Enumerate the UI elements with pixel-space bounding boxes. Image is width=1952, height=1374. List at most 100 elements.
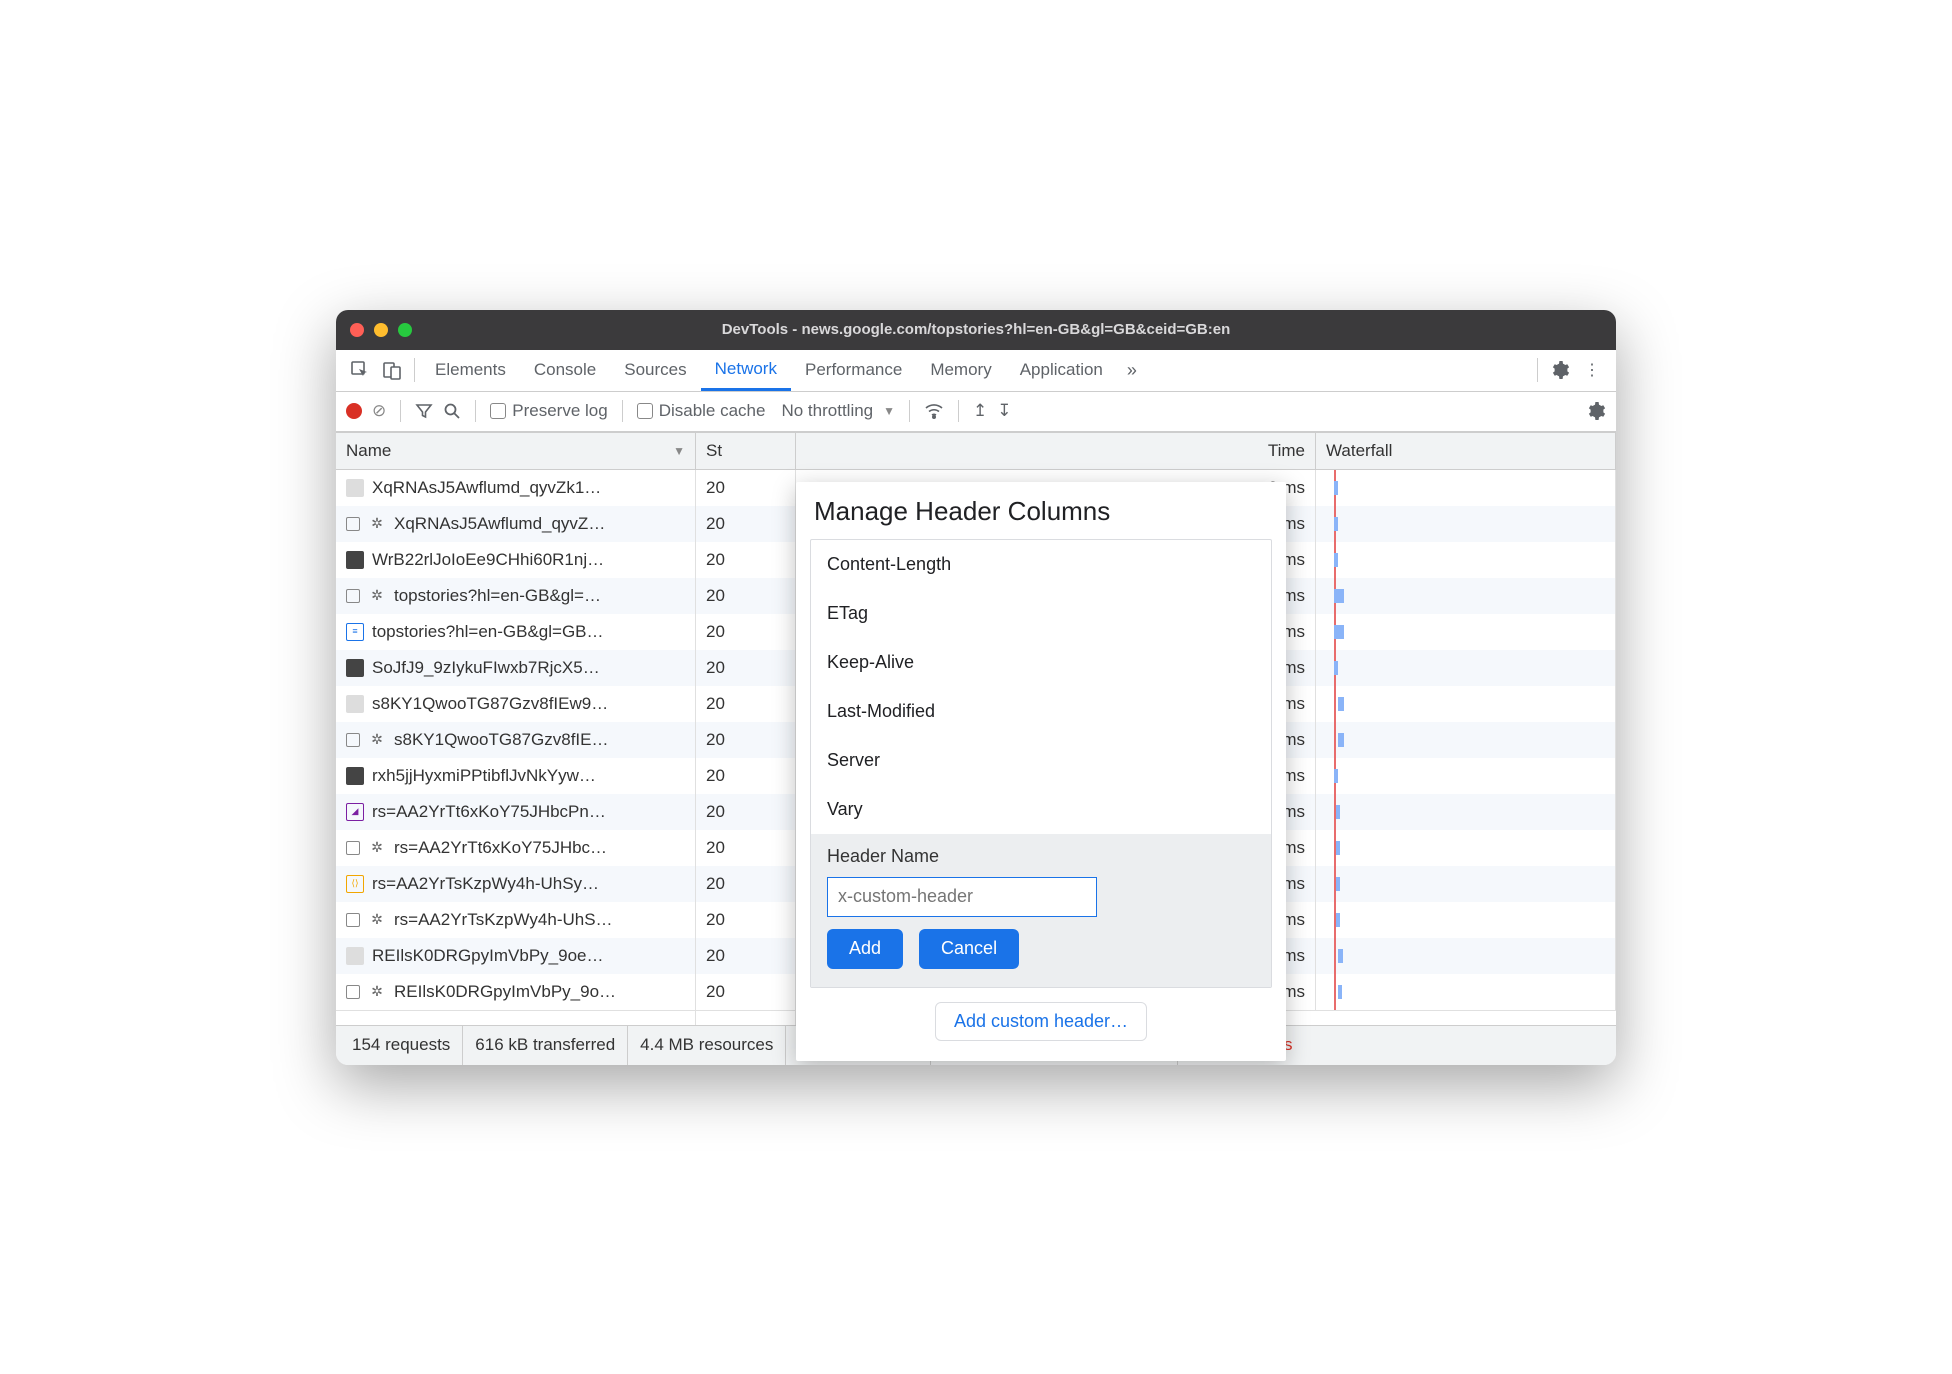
gear-icon: ✲ bbox=[368, 515, 386, 533]
status-cell: 20 bbox=[696, 794, 796, 830]
image-icon bbox=[346, 479, 364, 497]
inspect-icon[interactable] bbox=[344, 354, 376, 386]
search-icon[interactable] bbox=[443, 402, 461, 420]
tab-sources[interactable]: Sources bbox=[610, 349, 700, 391]
network-toolbar: ⊘ Preserve log Disable cache No throttli… bbox=[336, 392, 1616, 432]
status-cell: 20 bbox=[696, 614, 796, 650]
col-time[interactable]: Time bbox=[796, 433, 1316, 469]
waterfall-cell bbox=[1316, 578, 1616, 614]
status-cell: 20 bbox=[696, 758, 796, 794]
add-custom-header-button[interactable]: Add custom header… bbox=[935, 1002, 1147, 1041]
record-button[interactable] bbox=[346, 403, 362, 419]
waterfall-cell bbox=[1316, 902, 1616, 938]
header-item[interactable]: Last-Modified bbox=[811, 687, 1271, 736]
waterfall-cell bbox=[1316, 830, 1616, 866]
status-cell: 20 bbox=[696, 650, 796, 686]
throttling-select[interactable]: No throttling ▼ bbox=[775, 401, 895, 421]
preserve-log-checkbox[interactable]: Preserve log bbox=[490, 401, 607, 421]
status-cell: 20 bbox=[696, 974, 796, 1010]
waterfall-cell bbox=[1316, 650, 1616, 686]
file-icon bbox=[346, 589, 360, 603]
tab-memory[interactable]: Memory bbox=[916, 349, 1005, 391]
header-item[interactable]: Vary bbox=[811, 785, 1271, 834]
fullscreen-icon[interactable] bbox=[398, 323, 412, 337]
upload-icon[interactable]: ↥ bbox=[973, 401, 987, 421]
waterfall-cell bbox=[1316, 506, 1616, 542]
file-icon bbox=[346, 985, 360, 999]
file-icon bbox=[346, 841, 360, 855]
cancel-button[interactable]: Cancel bbox=[919, 929, 1019, 969]
download-icon[interactable]: ↧ bbox=[997, 401, 1011, 421]
request-name: SoJfJ9_9zIykuFIwxb7RjcX5… bbox=[372, 658, 600, 678]
waterfall-cell bbox=[1316, 614, 1616, 650]
transferred: 616 kB transferred bbox=[463, 1026, 628, 1065]
network-settings-icon[interactable] bbox=[1586, 401, 1606, 421]
header-item[interactable]: Server bbox=[811, 736, 1271, 785]
request-name: rxh5jjHyxmiPPtibflJvNkYyw… bbox=[372, 766, 596, 786]
traffic-lights bbox=[350, 323, 412, 337]
waterfall-cell bbox=[1316, 722, 1616, 758]
waterfall-cell bbox=[1316, 866, 1616, 902]
more-tabs-icon[interactable]: » bbox=[1117, 360, 1147, 381]
request-name: XqRNAsJ5Awflumd_qyvZ… bbox=[394, 514, 605, 534]
image-icon bbox=[346, 947, 364, 965]
header-name-input[interactable] bbox=[827, 877, 1097, 917]
document-icon: ≡ bbox=[346, 623, 364, 641]
image-icon bbox=[346, 659, 364, 677]
file-icon bbox=[346, 517, 360, 531]
header-item[interactable]: Keep-Alive bbox=[811, 638, 1271, 687]
style-icon: ◢ bbox=[346, 803, 364, 821]
requests-count: 154 requests bbox=[340, 1026, 463, 1065]
clear-icon[interactable]: ⊘ bbox=[372, 401, 386, 421]
gear-icon: ✲ bbox=[368, 731, 386, 749]
tab-application[interactable]: Application bbox=[1006, 349, 1117, 391]
waterfall-cell bbox=[1316, 938, 1616, 974]
waterfall-cell bbox=[1316, 470, 1616, 506]
window-title: DevTools - news.google.com/topstories?hl… bbox=[722, 321, 1231, 338]
image-icon bbox=[346, 767, 364, 785]
tab-performance[interactable]: Performance bbox=[791, 349, 916, 391]
request-name: s8KY1QwooTG87Gzv8fIE… bbox=[394, 730, 608, 750]
gear-icon: ✲ bbox=[368, 587, 386, 605]
waterfall-cell bbox=[1316, 794, 1616, 830]
panel-tabs: ElementsConsoleSourcesNetworkPerformance… bbox=[336, 350, 1616, 392]
header-name-label: Header Name bbox=[827, 846, 1255, 867]
minimize-icon[interactable] bbox=[374, 323, 388, 337]
request-name: topstories?hl=en-GB&gl=GB… bbox=[372, 622, 604, 642]
status-cell: 20 bbox=[696, 578, 796, 614]
device-toggle-icon[interactable] bbox=[376, 354, 408, 386]
wifi-icon[interactable] bbox=[924, 403, 944, 419]
manage-header-columns-dialog: Manage Header Columns Content-LengthETag… bbox=[796, 482, 1286, 1061]
gear-icon: ✲ bbox=[368, 911, 386, 929]
devtools-window: DevTools - news.google.com/topstories?hl… bbox=[336, 310, 1616, 1065]
gear-icon: ✲ bbox=[368, 839, 386, 857]
request-name: XqRNAsJ5Awflumd_qyvZk1… bbox=[372, 478, 601, 498]
file-icon bbox=[346, 733, 360, 747]
resources: 4.4 MB resources bbox=[628, 1026, 786, 1065]
close-icon[interactable] bbox=[350, 323, 364, 337]
header-item[interactable]: Content-Length bbox=[811, 540, 1271, 589]
image-icon bbox=[346, 695, 364, 713]
titlebar: DevTools - news.google.com/topstories?hl… bbox=[336, 310, 1616, 350]
status-cell: 20 bbox=[696, 866, 796, 902]
header-list: Content-LengthETagKeep-AliveLast-Modifie… bbox=[810, 539, 1272, 988]
status-cell: 20 bbox=[696, 722, 796, 758]
tab-elements[interactable]: Elements bbox=[421, 349, 520, 391]
col-waterfall[interactable]: Waterfall bbox=[1316, 433, 1616, 469]
filter-icon[interactable] bbox=[415, 402, 433, 420]
waterfall-cell bbox=[1316, 974, 1616, 1010]
col-name[interactable]: Name ▼ bbox=[336, 433, 696, 469]
add-button[interactable]: Add bbox=[827, 929, 903, 969]
gear-icon: ✲ bbox=[368, 983, 386, 1001]
settings-icon[interactable] bbox=[1544, 354, 1576, 386]
header-item[interactable]: ETag bbox=[811, 589, 1271, 638]
col-status[interactable]: St bbox=[696, 433, 796, 469]
disable-cache-checkbox[interactable]: Disable cache bbox=[637, 401, 766, 421]
tab-console[interactable]: Console bbox=[520, 349, 610, 391]
kebab-icon[interactable]: ⋮ bbox=[1576, 354, 1608, 386]
status-cell: 20 bbox=[696, 938, 796, 974]
status-cell: 20 bbox=[696, 902, 796, 938]
request-name: rs=AA2YrTsKzpWy4h-UhSy… bbox=[372, 874, 599, 894]
tab-network[interactable]: Network bbox=[701, 349, 791, 391]
image-icon bbox=[346, 551, 364, 569]
